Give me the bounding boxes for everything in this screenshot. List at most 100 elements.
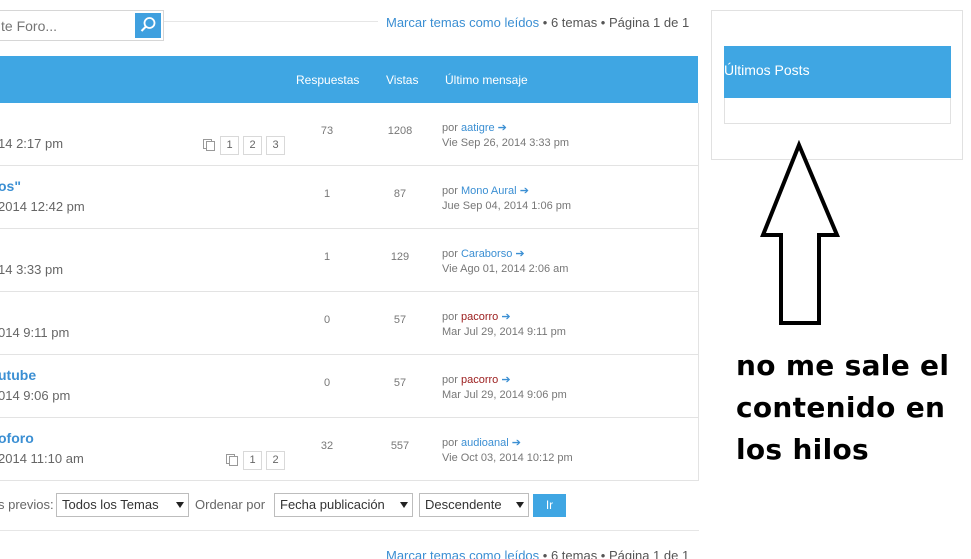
replies-count: 0 xyxy=(323,314,331,326)
topic-date: 014 9:11 pm xyxy=(0,325,70,340)
mark-read-link[interactable]: Marcar temas como leídos xyxy=(386,15,539,30)
last-post-user[interactable]: Caraborso xyxy=(461,248,512,260)
last-post-user[interactable]: audioanal xyxy=(461,437,509,449)
last-post-author: por pacorro ➔ xyxy=(442,373,511,386)
views-count: 57 xyxy=(393,377,407,389)
topics-filter-value: Todos los Temas xyxy=(62,497,159,512)
topic-date: 014 9:06 pm xyxy=(0,388,71,403)
by-label: por xyxy=(442,311,458,323)
views-count: 557 xyxy=(390,440,410,452)
page-link[interactable]: 2 xyxy=(243,136,262,155)
last-post-date: Jue Sep 04, 2014 1:06 pm xyxy=(442,200,572,212)
chevron-down-icon xyxy=(400,502,408,508)
views-count: 1208 xyxy=(387,125,413,137)
search-button[interactable] xyxy=(135,13,161,38)
direction-value: Descendente xyxy=(425,497,502,512)
replies-count: 0 xyxy=(323,377,331,389)
divider xyxy=(164,21,378,22)
by-label: por xyxy=(442,185,458,197)
last-post-author: por aatigre ➔ xyxy=(442,121,507,134)
replies-count: 32 xyxy=(320,440,334,452)
order-by-label: Ordenar por xyxy=(195,497,266,512)
topic-title[interactable]: os" xyxy=(0,178,21,194)
pagination-summary: • 6 temas • Página 1 de 1 xyxy=(539,15,690,30)
topic-row: 014 9:11 pm 0 57 por pacorro ➔ Mar Jul 2… xyxy=(0,292,698,355)
search-input[interactable] xyxy=(0,11,133,40)
direction-select[interactable]: Descendente xyxy=(419,493,529,517)
pagination-summary: • 6 temas • Página 1 de 1 xyxy=(539,548,690,559)
last-post-date: Mar Jul 29, 2014 9:11 pm xyxy=(442,326,566,338)
goto-post-icon[interactable]: ➔ xyxy=(498,122,507,134)
replies-count: 1 xyxy=(323,188,331,200)
order-by-value: Fecha publicación xyxy=(280,497,385,512)
divider xyxy=(0,530,699,531)
latest-posts-body xyxy=(724,98,951,124)
last-post-user[interactable]: pacorro xyxy=(461,374,498,386)
goto-post-icon[interactable]: ➔ xyxy=(501,311,510,323)
topics-list: 14 2:17 pm 1 2 3 73 1208 por aatigre ➔ V… xyxy=(0,103,699,481)
views-count: 57 xyxy=(393,314,407,326)
last-post-date: Vie Oct 03, 2014 10:12 pm xyxy=(442,452,573,464)
goto-post-icon[interactable]: ➔ xyxy=(512,437,521,449)
chevron-down-icon xyxy=(176,502,184,508)
last-post-date: Mar Jul 29, 2014 9:06 pm xyxy=(442,389,567,401)
replies-count: 73 xyxy=(320,125,334,137)
goto-post-icon[interactable]: ➔ xyxy=(515,248,524,260)
replies-count: 1 xyxy=(323,251,331,263)
page-link[interactable]: 1 xyxy=(243,451,262,470)
page-link[interactable]: 2 xyxy=(266,451,285,470)
last-post-user[interactable]: pacorro xyxy=(461,311,498,323)
search-box xyxy=(0,10,164,41)
mark-read-link[interactable]: Marcar temas como leídos xyxy=(386,548,539,559)
goto-post-icon[interactable]: ➔ xyxy=(520,185,529,197)
last-post-author: por pacorro ➔ xyxy=(442,310,511,323)
latest-posts-title: Últimos Posts xyxy=(724,46,951,98)
topic-date: 14 2:17 pm xyxy=(0,136,64,151)
replies-header: Respuestas xyxy=(296,73,360,87)
pages-icon xyxy=(226,454,238,466)
annotation-line: contenido en xyxy=(736,391,946,424)
page-link[interactable]: 3 xyxy=(266,136,285,155)
last-post-user[interactable]: Mono Aural xyxy=(461,185,517,197)
views-count: 87 xyxy=(393,188,407,200)
topic-date: 14 3:33 pm xyxy=(0,262,64,277)
last-post-date: Vie Sep 26, 2014 3:33 pm xyxy=(442,137,570,149)
by-label: por xyxy=(442,248,458,260)
topic-date: 2014 11:10 am xyxy=(0,451,84,466)
views-header: Vistas xyxy=(386,73,419,87)
topics-table-header: Respuestas Vistas Último mensaje xyxy=(0,56,698,103)
search-icon xyxy=(140,17,156,32)
last-post-user[interactable]: aatigre xyxy=(461,122,495,134)
topic-title[interactable]: oforo xyxy=(0,430,34,446)
last-post-author: por Mono Aural ➔ xyxy=(442,184,529,197)
last-post-author: por Caraborso ➔ xyxy=(442,247,525,260)
annotation-line: los hilos xyxy=(736,433,869,466)
by-label: por xyxy=(442,122,458,134)
order-by-select[interactable]: Fecha publicación xyxy=(274,493,413,517)
topic-row: oforo 2014 11:10 am 1 2 32 557 por audio… xyxy=(0,418,698,481)
annotation-arrow-icon xyxy=(760,140,841,325)
topic-title[interactable]: utube xyxy=(0,367,36,383)
last-post-author: por audioanal ➔ xyxy=(442,436,521,449)
last-post-header: Último mensaje xyxy=(445,73,528,87)
page-link[interactable]: 1 xyxy=(220,136,239,155)
views-count: 129 xyxy=(390,251,410,263)
show-previous-label: s previos: xyxy=(0,497,54,512)
top-pagination: Marcar temas como leídos • 6 temas • Pág… xyxy=(386,15,689,30)
chevron-down-icon xyxy=(516,502,524,508)
by-label: por xyxy=(442,374,458,386)
annotation-text: no me sale el contenido en los hilos xyxy=(736,345,949,471)
topic-row: utube 014 9:06 pm 0 57 por pacorro ➔ Mar… xyxy=(0,355,698,418)
topics-filter-select[interactable]: Todos los Temas xyxy=(56,493,189,517)
goto-post-icon[interactable]: ➔ xyxy=(501,374,510,386)
by-label: por xyxy=(442,437,458,449)
bottom-pagination: Marcar temas como leídos • 6 temas • Pág… xyxy=(386,548,689,559)
pages-icon xyxy=(203,139,215,151)
topic-date: 2014 12:42 pm xyxy=(0,199,85,214)
topic-row: 14 3:33 pm 1 129 por Caraborso ➔ Vie Ago… xyxy=(0,229,698,292)
annotation-line: no me sale el xyxy=(736,349,950,382)
last-post-date: Vie Ago 01, 2014 2:06 am xyxy=(442,263,569,275)
topic-row: 14 2:17 pm 1 2 3 73 1208 por aatigre ➔ V… xyxy=(0,103,698,166)
latest-posts-widget: Últimos Posts xyxy=(711,10,963,160)
go-button[interactable]: Ir xyxy=(533,494,566,517)
